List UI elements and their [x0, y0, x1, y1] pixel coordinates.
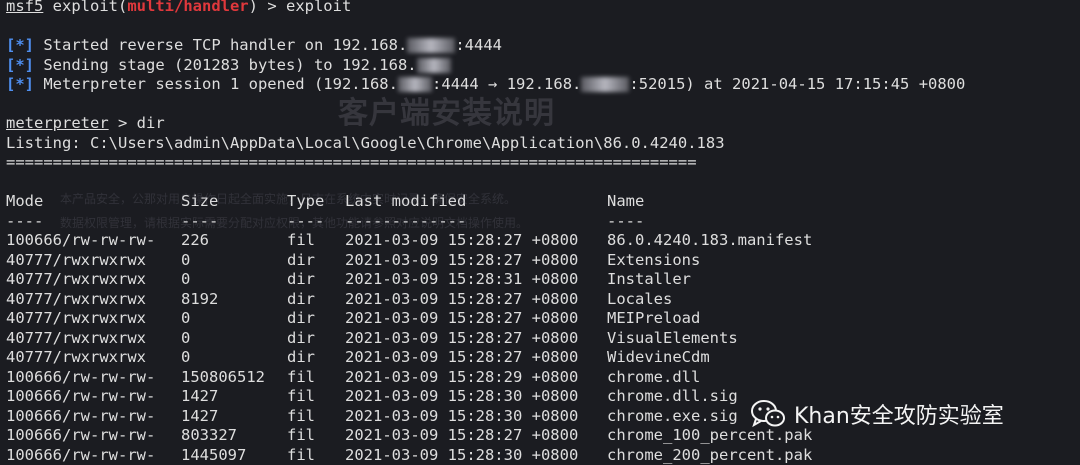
badge-text: Khan安全攻防实验室 — [794, 398, 1004, 430]
dash: ---- — [607, 212, 644, 230]
file-size: 226 — [181, 231, 287, 251]
watermark-title: 客户端安装说明 — [338, 88, 555, 132]
table-row: 100666/rw-rw-rw-226fil2021-03-09 15:28:2… — [6, 231, 1080, 251]
file-size: 1445097 — [181, 446, 287, 465]
redacted-ip — [417, 58, 451, 73]
listing-path: Listing: C:\Users\admin\AppData\Local\Go… — [6, 134, 1080, 154]
table-row: 40777/rwxrwxrwx8192dir2021-03-09 15:28:2… — [6, 290, 1080, 310]
file-modified: 2021-03-09 15:28:27 +0800 — [345, 290, 607, 310]
msf-prompt: msf5 — [6, 0, 43, 15]
file-name: Locales — [607, 290, 672, 308]
file-modified: 2021-03-09 15:28:29 +0800 — [345, 368, 607, 388]
file-mode: 100666/rw-rw-rw- — [6, 426, 181, 446]
status-marker: [*] — [6, 56, 34, 74]
file-modified: 2021-03-09 15:28:27 +0800 — [345, 426, 607, 446]
file-mode: 100666/rw-rw-rw- — [6, 387, 181, 407]
file-mode: 40777/rwxrwxrwx — [6, 309, 181, 329]
file-modified: 2021-03-09 15:28:30 +0800 — [345, 446, 607, 465]
file-type: fil — [287, 368, 345, 388]
file-modified: 2021-03-09 15:28:27 +0800 — [345, 348, 607, 368]
table-row: 40777/rwxrwxrwx0dir2021-03-09 15:28:27 +… — [6, 329, 1080, 349]
status-marker: [*] — [6, 75, 34, 93]
file-size: 8192 — [181, 290, 287, 310]
file-name: chrome.dll.sig — [607, 387, 738, 405]
table-row: 40777/rwxrwxrwx0dir2021-03-09 15:28:27 +… — [6, 348, 1080, 368]
file-modified: 2021-03-09 15:28:31 +0800 — [345, 270, 607, 290]
file-modified: 2021-03-09 15:28:27 +0800 — [345, 329, 607, 349]
table-row: 100666/rw-rw-rw-150806512fil2021-03-09 1… — [6, 368, 1080, 388]
file-size: 803327 — [181, 426, 287, 446]
file-type: fil — [287, 426, 345, 446]
file-name: MEIPreload — [607, 309, 700, 327]
meterpreter-prompt: meterpreter — [6, 114, 109, 132]
redacted-ip — [581, 77, 629, 92]
command-text: > dir — [109, 114, 165, 132]
file-size: 0 — [181, 309, 287, 329]
file-type: fil — [287, 231, 345, 251]
file-mode: 40777/rwxrwxrwx — [6, 270, 181, 290]
file-mode: 40777/rwxrwxrwx — [6, 348, 181, 368]
table-row: 40777/rwxrwxrwx0dir2021-03-09 15:28:27 +… — [6, 251, 1080, 271]
file-mode: 100666/rw-rw-rw- — [6, 407, 181, 427]
file-size: 0 — [181, 270, 287, 290]
file-name: chrome.exe.sig — [607, 407, 738, 425]
watermark-line: 数据权限管理，请根据实际需要分配对应权限，其他功能请参照对应说明文档操作使用。 — [60, 214, 528, 231]
prompt-text: ) > — [249, 0, 286, 15]
file-modified: 2021-03-09 15:28:27 +0800 — [345, 231, 607, 251]
file-name: Extensions — [607, 251, 700, 269]
status-line: [*] Started reverse TCP handler on 192.1… — [6, 36, 1080, 56]
file-size: 1427 — [181, 407, 287, 427]
file-name: 86.0.4240.183.manifest — [607, 231, 812, 249]
redacted-ip — [407, 38, 455, 53]
command-text: exploit — [286, 0, 351, 15]
status-marker: [*] — [6, 36, 34, 54]
file-type: dir — [287, 348, 345, 368]
table-row: 100666/rw-rw-rw-1445097fil2021-03-09 15:… — [6, 446, 1080, 465]
file-type: dir — [287, 329, 345, 349]
file-size: 150806512 — [181, 368, 287, 388]
file-type: fil — [287, 446, 345, 465]
file-modified: 2021-03-09 15:28:30 +0800 — [345, 387, 607, 407]
file-mode: 40777/rwxrwxrwx — [6, 329, 181, 349]
watermark-line: 本产品安全，公那对用户操作日起全面实施，日志在系统中实时记录，确保安全系统。 — [60, 190, 516, 207]
table-row: 40777/rwxrwxrwx0dir2021-03-09 15:28:31 +… — [6, 270, 1080, 290]
file-size: 1427 — [181, 387, 287, 407]
file-mode: 40777/rwxrwxrwx — [6, 290, 181, 310]
file-name: WidevineCdm — [607, 348, 710, 366]
file-size: 0 — [181, 348, 287, 368]
wechat-icon — [750, 399, 786, 429]
prompt-text: exploit( — [43, 0, 127, 15]
separator-line: ========================================… — [6, 153, 1080, 173]
file-mode: 40777/rwxrwxrwx — [6, 251, 181, 271]
column-header: Name — [607, 192, 644, 210]
file-type: fil — [287, 407, 345, 427]
file-modified: 2021-03-09 15:28:27 +0800 — [345, 251, 607, 271]
status-text: Sending stage (201283 bytes) to 192.168. — [43, 56, 416, 74]
status-text: :52015) at 2021-04-15 17:15:45 +0800 — [629, 75, 965, 93]
file-mode: 100666/rw-rw-rw- — [6, 446, 181, 465]
file-type: dir — [287, 290, 345, 310]
file-size: 0 — [181, 329, 287, 349]
file-type: fil — [287, 387, 345, 407]
file-type: dir — [287, 251, 345, 271]
wechat-badge: Khan安全攻防实验室 — [750, 396, 1004, 432]
status-text: :4444 — [455, 36, 502, 54]
file-type: dir — [287, 309, 345, 329]
module-name: multi/handler — [127, 0, 248, 15]
file-type: dir — [287, 270, 345, 290]
msf-prompt-line: msf5 exploit(multi/handler) > exploit — [6, 0, 1080, 17]
status-text: Started reverse TCP handler on 192.168. — [43, 36, 407, 54]
file-name: chrome.dll — [607, 368, 700, 386]
file-modified: 2021-03-09 15:28:27 +0800 — [345, 309, 607, 329]
status-line: [*] Sending stage (201283 bytes) to 192.… — [6, 56, 1080, 76]
file-modified: 2021-03-09 15:28:30 +0800 — [345, 407, 607, 427]
table-row: 40777/rwxrwxrwx0dir2021-03-09 15:28:27 +… — [6, 309, 1080, 329]
file-name: VisualElements — [607, 329, 738, 347]
file-name: Installer — [607, 270, 691, 288]
file-size: 0 — [181, 251, 287, 271]
file-mode: 100666/rw-rw-rw- — [6, 368, 181, 388]
file-mode: 100666/rw-rw-rw- — [6, 231, 181, 251]
